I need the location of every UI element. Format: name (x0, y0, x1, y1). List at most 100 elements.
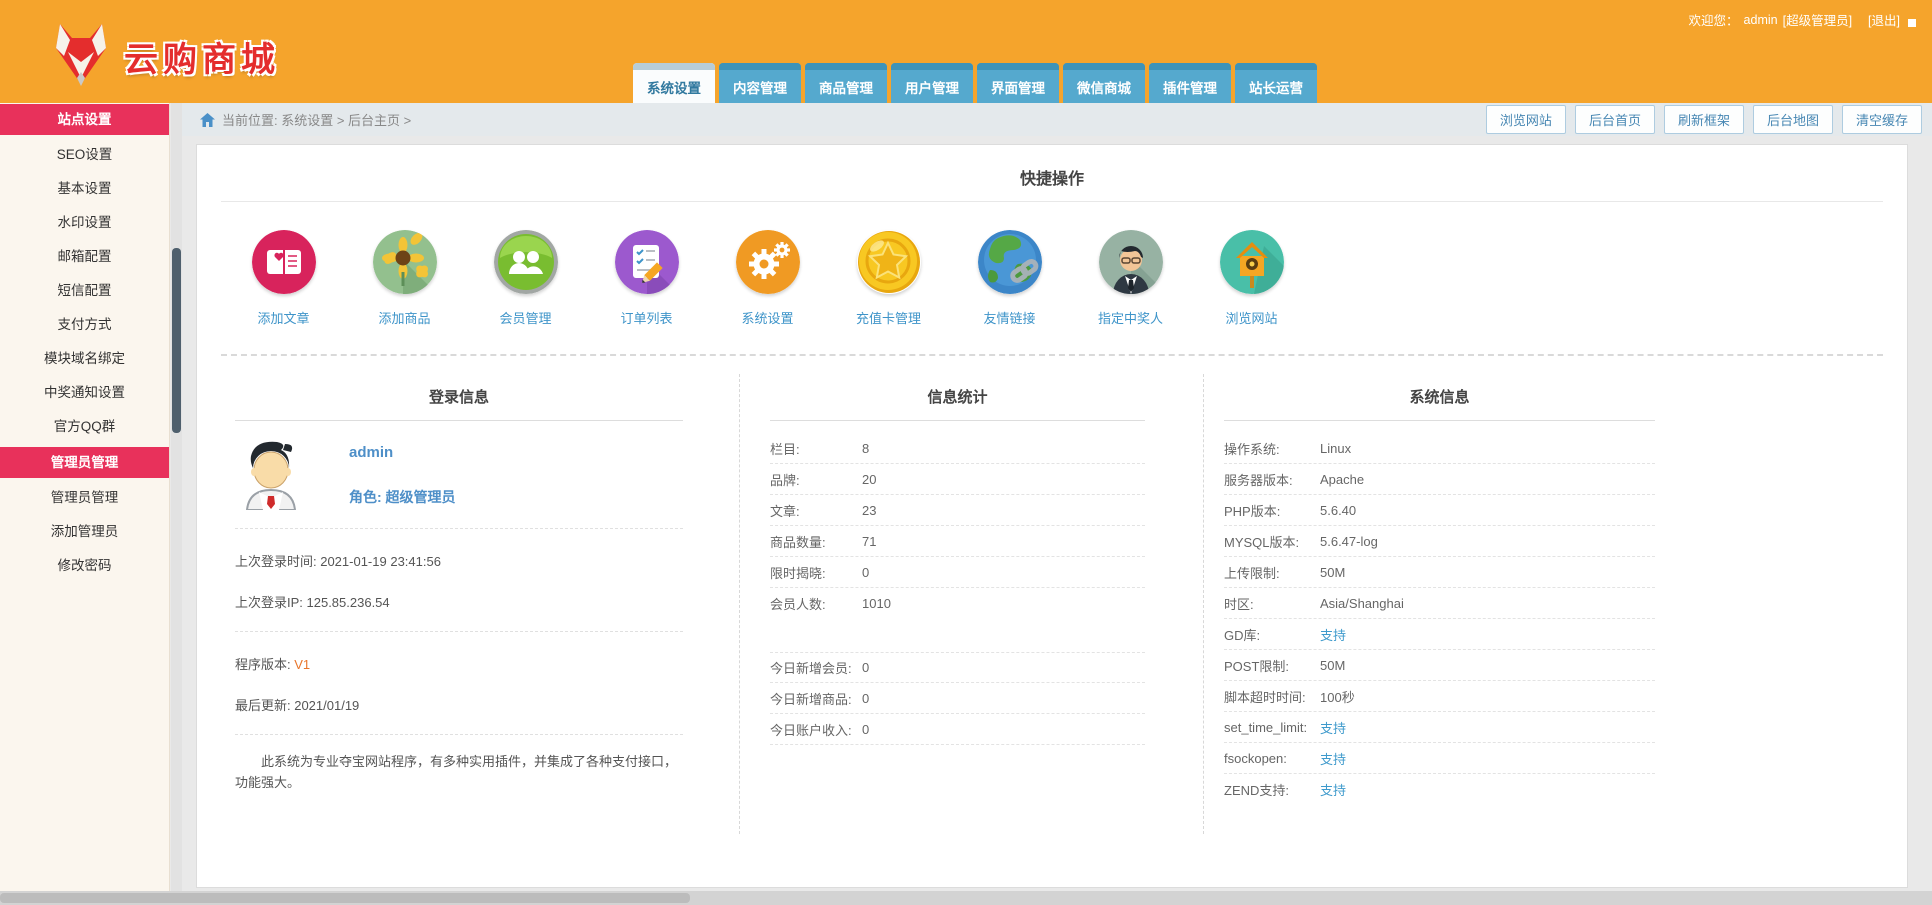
browse-site-icon (1219, 230, 1284, 294)
stat-value: 8 (862, 440, 870, 456)
browse-site-button[interactable]: 浏览网站 (1485, 105, 1566, 134)
sidebar-item-seo-settings[interactable]: SEO设置 (0, 138, 169, 172)
profile-role: 角色: 超级管理员 (349, 489, 456, 505)
home-icon[interactable] (200, 112, 215, 127)
tab-ui-manage[interactable]: 界面管理 (977, 63, 1059, 103)
sysinfo-value: 5.6.40 (1320, 502, 1357, 518)
quickop-recharge-card[interactable]: 充值卡管理 (828, 230, 949, 327)
stat-row: 文章: 23 (770, 495, 1145, 526)
quickop-browse-site[interactable]: 浏览网站 (1191, 230, 1312, 327)
login-info-title: 登录信息 (235, 386, 683, 421)
sysinfo-row: 操作系统: Linux (1224, 433, 1655, 464)
quick-ops-row: 添加文章 添加商品 会员管理 订单列表 系统设置 充值卡管理 友情链接 指定中奖… (221, 230, 1883, 327)
sidebar-item-sms-config[interactable]: 短信配置 (0, 274, 169, 308)
quick-toolbar: 浏览网站 后台首页 刷新框架 后台地图 清空缓存 (1485, 105, 1922, 134)
quickop-order-list[interactable]: 订单列表 (586, 230, 707, 327)
sysinfo-row: 上传限制: 50M (1224, 557, 1655, 588)
member-manage-icon (493, 230, 558, 294)
sysinfo-row: 脚本超时时间: 100秒 (1224, 681, 1655, 712)
sidebar-item-winner-notify-settings[interactable]: 中奖通知设置 (0, 376, 169, 410)
sysinfo-row: fsockopen: 支持 (1224, 743, 1655, 774)
refresh-frame-button[interactable]: 刷新框架 (1663, 105, 1744, 134)
order-list-icon (614, 230, 679, 294)
tab-system-settings[interactable]: 系统设置 (633, 63, 715, 103)
quickop-assign-winner[interactable]: 指定中奖人 (1070, 230, 1191, 327)
support-link[interactable]: 支持 (1320, 625, 1346, 644)
scrollbar-thumb[interactable] (172, 248, 181, 433)
stat-row: 栏目: 8 (770, 433, 1145, 464)
frame-vertical-scrollbar[interactable] (171, 103, 182, 891)
quick-ops-title: 快捷操作 (221, 145, 1883, 202)
sysinfo-value: 5.6.47-log (1320, 533, 1378, 549)
stat-row: 今日新增商品: 0 (770, 683, 1145, 714)
sidebar-section-site-settings[interactable]: 站点设置 (0, 104, 169, 135)
welcome-prefix: 欢迎您： (1688, 14, 1739, 28)
stats-column: 信息统计 栏目: 8 品牌: 20 文章: 23 商品数量: 71 限时揭晓: 0 会员人… (739, 374, 1203, 834)
support-link[interactable]: 支持 (1320, 780, 1346, 799)
sysinfo-value: 50M (1320, 657, 1346, 673)
quickop-label: 充值卡管理 (855, 311, 921, 326)
stat-value: 1010 (862, 596, 891, 611)
support-link[interactable]: 支持 (1320, 749, 1346, 768)
sidebar-item-email-config[interactable]: 邮箱配置 (0, 240, 169, 274)
quickop-add-goods[interactable]: 添加商品 (344, 230, 465, 327)
quickop-label: 浏览网站 (1225, 311, 1278, 326)
sidebar-item-official-qq-group[interactable]: 官方QQ群 (0, 410, 169, 444)
sidebar-item-basic-settings[interactable]: 基本设置 (0, 172, 169, 206)
quickop-member-manage[interactable]: 会员管理 (465, 230, 586, 327)
quickop-friend-links[interactable]: 友情链接 (949, 230, 1070, 327)
backend-home-button[interactable]: 后台首页 (1574, 105, 1655, 134)
quickop-label: 会员管理 (499, 311, 552, 326)
sysinfo-value: Apache (1320, 471, 1365, 487)
quickop-label: 指定中奖人 (1097, 311, 1163, 326)
sidebar-item-module-domain-bind[interactable]: 模块域名绑定 (0, 342, 169, 376)
logout-link[interactable]: [退出] (1868, 10, 1900, 29)
quickop-label: 添加文章 (257, 311, 310, 326)
tab-wechat-mall[interactable]: 微信商城 (1063, 63, 1145, 103)
horizontal-scrollbar[interactable] (0, 891, 1932, 905)
stat-value: 23 (862, 502, 877, 518)
sidebar-item-watermark-settings[interactable]: 水印设置 (0, 206, 169, 240)
sidebar-item-payment-method[interactable]: 支付方式 (0, 308, 169, 342)
sysinfo-row: MYSQL版本: 5.6.47-log (1224, 526, 1655, 557)
brand-logo: 云购商城 (52, 22, 280, 91)
sidebar-section-admin-manage[interactable]: 管理员管理 (0, 447, 169, 478)
profile-username[interactable]: admin (349, 444, 456, 461)
clear-cache-button[interactable]: 清空缓存 (1841, 105, 1922, 134)
sysinfo-row: GD库: 支持 (1224, 619, 1655, 650)
stat-value: 20 (862, 471, 877, 487)
horizontal-scrollbar-thumb[interactable] (0, 893, 690, 903)
system-info-title: 系统信息 (1224, 386, 1655, 421)
stat-row: 商品数量: 71 (770, 526, 1145, 557)
quickop-system-settings[interactable]: 系统设置 (707, 230, 828, 327)
sysinfo-value: 100秒 (1320, 689, 1355, 705)
system-description: 此系统为专业夺宝网站程序，有多种实用插件，并集成了各种支付接口，功能强大。 (235, 754, 678, 791)
stat-value: 0 (862, 564, 870, 580)
tab-plugin-manage[interactable]: 插件管理 (1149, 63, 1231, 103)
backend-map-button[interactable]: 后台地图 (1752, 105, 1833, 134)
article-add-icon (251, 230, 316, 294)
system-settings-icon (735, 230, 800, 294)
quickop-label: 系统设置 (741, 311, 794, 326)
tab-user-manage[interactable]: 用户管理 (891, 63, 973, 103)
program-version: 程序版本: V1 (235, 657, 311, 672)
profile-texts: admin 角色: 超级管理员 (349, 438, 456, 510)
breadcrumb: 当前位置: 系统设置 > 后台主页 > (200, 110, 411, 129)
sysinfo-row: 时区: Asia/Shanghai (1224, 588, 1655, 619)
sidebar-item-add-admin[interactable]: 添加管理员 (0, 515, 169, 549)
stat-row: 品牌: 20 (770, 464, 1145, 495)
tab-webmaster-ops[interactable]: 站长运营 (1235, 63, 1317, 103)
admin-avatar (235, 438, 307, 511)
last-login-time: 上次登录时间: 2021-01-19 23:41:56 (235, 554, 441, 569)
stat-value: 71 (862, 533, 877, 549)
tab-content-manage[interactable]: 内容管理 (719, 63, 801, 103)
main-panel: 快捷操作 添加文章 添加商品 会员管理 订单列表 系统设置 充值卡管理 友情链接… (196, 144, 1908, 888)
sidebar-item-admin-manage[interactable]: 管理员管理 (0, 481, 169, 515)
sidebar-item-change-password[interactable]: 修改密码 (0, 549, 169, 583)
quickop-add-article[interactable]: 添加文章 (223, 230, 344, 327)
sysinfo-row: ZEND支持: 支持 (1224, 774, 1655, 805)
stat-row: 会员人数: 1010 (770, 596, 891, 612)
breadcrumb-bar: 当前位置: 系统设置 > 后台主页 > 浏览网站 后台首页 刷新框架 后台地图 … (182, 103, 1932, 136)
tab-goods-manage[interactable]: 商品管理 (805, 63, 887, 103)
support-link[interactable]: 支持 (1320, 718, 1346, 737)
